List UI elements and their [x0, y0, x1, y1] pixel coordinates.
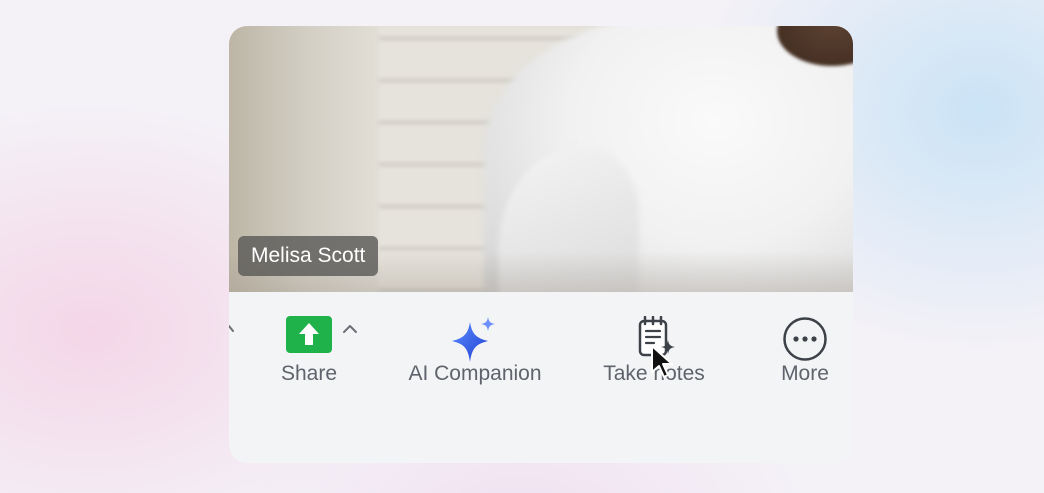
share-label: Share	[280, 362, 338, 385]
ai-companion-button[interactable]: AI Companion	[395, 316, 555, 386]
chevron-left-icon[interactable]	[229, 322, 239, 338]
meeting-toolbar: Share AI Companion Take notes More	[229, 292, 853, 463]
ai-companion-label: AI Companion	[408, 362, 542, 385]
more-button[interactable]: More	[765, 316, 845, 386]
meeting-window: Melisa Scott Share AI Companion Take not…	[229, 26, 853, 463]
take-notes-button[interactable]: Take notes	[596, 316, 712, 386]
participant-video[interactable]: Melisa Scott	[229, 26, 853, 292]
notes-sparkle-icon	[638, 316, 675, 357]
participant-name-tag: Melisa Scott	[238, 236, 379, 276]
chevron-up-icon[interactable]	[341, 322, 359, 336]
ellipsis-circle-icon	[783, 317, 827, 361]
more-label: More	[781, 362, 829, 385]
share-button[interactable]: Share	[269, 316, 349, 386]
sparkle-icon	[452, 317, 495, 362]
share-up-arrow-icon	[286, 316, 332, 353]
take-notes-label: Take notes	[603, 362, 705, 385]
